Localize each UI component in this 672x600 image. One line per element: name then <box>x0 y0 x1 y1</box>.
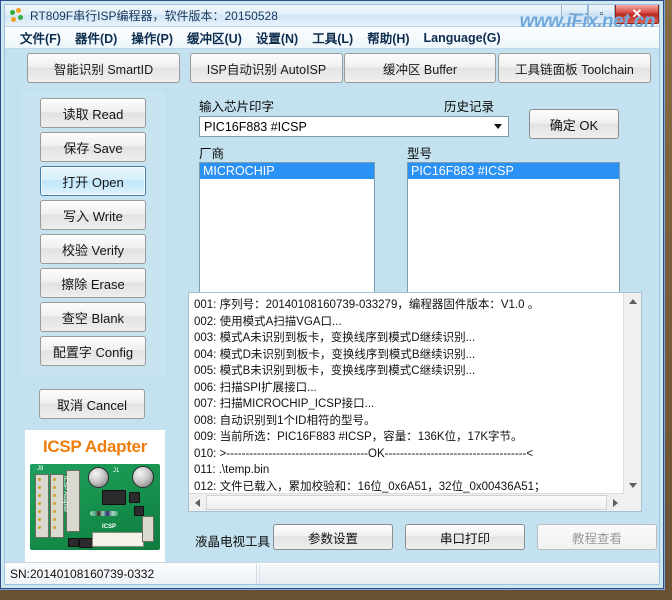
scroll-up-icon[interactable] <box>624 293 641 310</box>
status-serial-number: SN:20140108160739-0332 <box>5 563 257 584</box>
menu-item-help[interactable]: 帮助(H) <box>360 26 416 49</box>
scroll-down-icon[interactable] <box>624 477 641 494</box>
close-button[interactable]: ✕ <box>615 5 659 24</box>
log-horizontal-scrollbar[interactable] <box>189 493 624 511</box>
chip-name-combobox[interactable]: PIC16F883 #ICSP <box>199 116 509 137</box>
cancel-button[interactable]: 取消 Cancel <box>39 389 145 419</box>
smartid-button[interactable]: 智能识别 SmartID <box>27 53 180 83</box>
window-controls: – ▫ ✕ <box>561 5 659 26</box>
top-toolbar: 智能识别 SmartID ISP自动识别 AutoISP 缓冲区 Buffer … <box>5 53 659 85</box>
list-item[interactable]: MICROCHIP <box>200 163 374 179</box>
parameter-settings-button[interactable]: 参数设置 <box>273 524 393 550</box>
log-line: 001: 序列号：20140108160739-033279，编程器固件版本：V… <box>194 299 540 311</box>
menu-item-device[interactable]: 器件(D) <box>68 26 124 49</box>
manufacturer-label: 厂商 <box>199 147 225 161</box>
horizontal-scroll-thumb[interactable] <box>206 495 607 510</box>
client-area: 智能识别 SmartID ISP自动识别 AutoISP 缓冲区 Buffer … <box>5 49 659 575</box>
minimize-button[interactable]: – <box>561 5 588 24</box>
pcb-label-j9: J9 <box>37 466 44 472</box>
operations-group: 读取 Read 保存 Save 打开 Open 写入 Write 校验 Veri… <box>18 89 167 379</box>
title-bar: RT809F串行ISP编程器，软件版本：20150528 – ▫ ✕ <box>5 5 659 27</box>
menu-item-file[interactable]: 文件(F) <box>13 26 68 49</box>
status-empty-cell <box>259 563 659 584</box>
pcb-label-icsp: ICSP <box>102 524 117 530</box>
log-text-area[interactable]: 001: 序列号：20140108160739-033279，编程器固件版本：V… <box>189 293 624 494</box>
log-line: 007: 扫描MICROCHIP_ICSP接口... <box>194 398 375 410</box>
chip-input-label: 输入芯片印字 <box>199 100 275 114</box>
icsp-pcb-graphic: ICSP Adapter ICSP J1 J9 <box>30 464 160 550</box>
application-window: RT809F串行ISP编程器，软件版本：20150528 – ▫ ✕ www.i… <box>0 0 664 589</box>
menu-bar: 文件(F) 器件(D) 操作(P) 缓冲区(U) 设置(N) 工具(L) 帮助(… <box>5 27 659 49</box>
verify-button[interactable]: 校验 Verify <box>40 234 146 264</box>
menu-item-language[interactable]: Language(G) <box>417 29 508 47</box>
status-bar: SN:20140108160739-0332 <box>5 562 659 584</box>
model-listbox[interactable]: PIC16F883 #ICSP <box>407 162 620 297</box>
desktop-background: RT809F串行ISP编程器，软件版本：20150528 – ▫ ✕ www.i… <box>0 0 672 600</box>
autoisp-button[interactable]: ISP自动识别 AutoISP <box>190 53 343 83</box>
window-title: RT809F串行ISP编程器，软件版本：20150528 <box>30 9 278 23</box>
menu-item-buffer[interactable]: 缓冲区(U) <box>180 26 249 49</box>
log-line: 003: 模式A未识别到板卡，变换线序到模式D继续识别... <box>194 332 476 344</box>
blank-button[interactable]: 查空 Blank <box>40 302 146 332</box>
write-button[interactable]: 写入 Write <box>40 200 146 230</box>
menu-item-settings[interactable]: 设置(N) <box>249 26 305 49</box>
log-line: 006: 扫描SPI扩展接口... <box>194 381 317 394</box>
config-button[interactable]: 配置字 Config <box>40 336 146 366</box>
log-line: 004: 模式D未识别到板卡，变换线序到模式B继续识别... <box>194 348 476 361</box>
log-output-panel: 001: 序列号：20140108160739-033279，编程器固件版本：V… <box>188 292 642 512</box>
manufacturer-listbox[interactable]: MICROCHIP <box>199 162 375 297</box>
scroll-right-icon[interactable] <box>607 494 624 511</box>
log-line: 012: 文件已载入，累加校验和：16位_0x6A51，32位_0x00436A… <box>194 480 546 493</box>
lcd-tools-group: 液晶电视工具 参数设置 串口打印 教程查看 <box>188 518 657 558</box>
open-button[interactable]: 打开 Open <box>40 166 146 196</box>
lcd-tools-label: 液晶电视工具 <box>195 535 271 549</box>
erase-button[interactable]: 擦除 Erase <box>40 268 146 298</box>
toolchain-button[interactable]: 工具链面板 Toolchain <box>498 53 651 83</box>
log-line: 010: >----------------------------------… <box>194 447 534 460</box>
pcb-label-adapter: ICSP Adapter <box>62 476 68 513</box>
buffer-button[interactable]: 缓冲区 Buffer <box>344 53 496 83</box>
pcb-label-j1: J1 <box>113 468 120 474</box>
save-button[interactable]: 保存 Save <box>40 132 146 162</box>
maximize-button[interactable]: ▫ <box>588 5 615 24</box>
log-line: 009: 当前所选：PIC16F883 #ICSP，容量：136K位，17K字节… <box>194 431 523 443</box>
log-vertical-scrollbar[interactable] <box>623 293 641 494</box>
log-line: 008: 自动识别到1个ID相符的型号。 <box>194 414 376 427</box>
list-item[interactable]: PIC16F883 #ICSP <box>408 163 619 179</box>
scrollbar-corner <box>624 494 641 511</box>
chevron-down-icon[interactable] <box>489 118 506 135</box>
history-label: 历史记录 <box>444 100 495 114</box>
menu-item-tools[interactable]: 工具(L) <box>305 26 360 49</box>
icsp-adapter-title: ICSP Adapter <box>42 437 148 456</box>
log-line: 005: 模式B未识别到板卡，变换线序到模式C继续识别... <box>194 365 476 377</box>
log-line: 002: 使用模式A扫描VGA口... <box>194 315 342 328</box>
icsp-adapter-image: ICSP Adapter ICSP Adapter ICSP J1 J9 <box>25 430 165 575</box>
read-button[interactable]: 读取 Read <box>40 98 146 128</box>
confirm-ok-button[interactable]: 确定 OK <box>529 109 619 139</box>
tutorial-view-button: 教程查看 <box>537 524 657 550</box>
model-label: 型号 <box>407 147 433 161</box>
window-inner-frame: RT809F串行ISP编程器，软件版本：20150528 – ▫ ✕ www.i… <box>4 4 660 585</box>
chip-name-value: PIC16F883 #ICSP <box>204 119 307 134</box>
scroll-left-icon[interactable] <box>189 494 206 511</box>
app-dots-icon <box>10 8 25 23</box>
serial-print-button[interactable]: 串口打印 <box>405 524 525 550</box>
log-line: 011: .\temp.bin <box>194 464 270 476</box>
menu-item-operation[interactable]: 操作(P) <box>124 26 180 49</box>
